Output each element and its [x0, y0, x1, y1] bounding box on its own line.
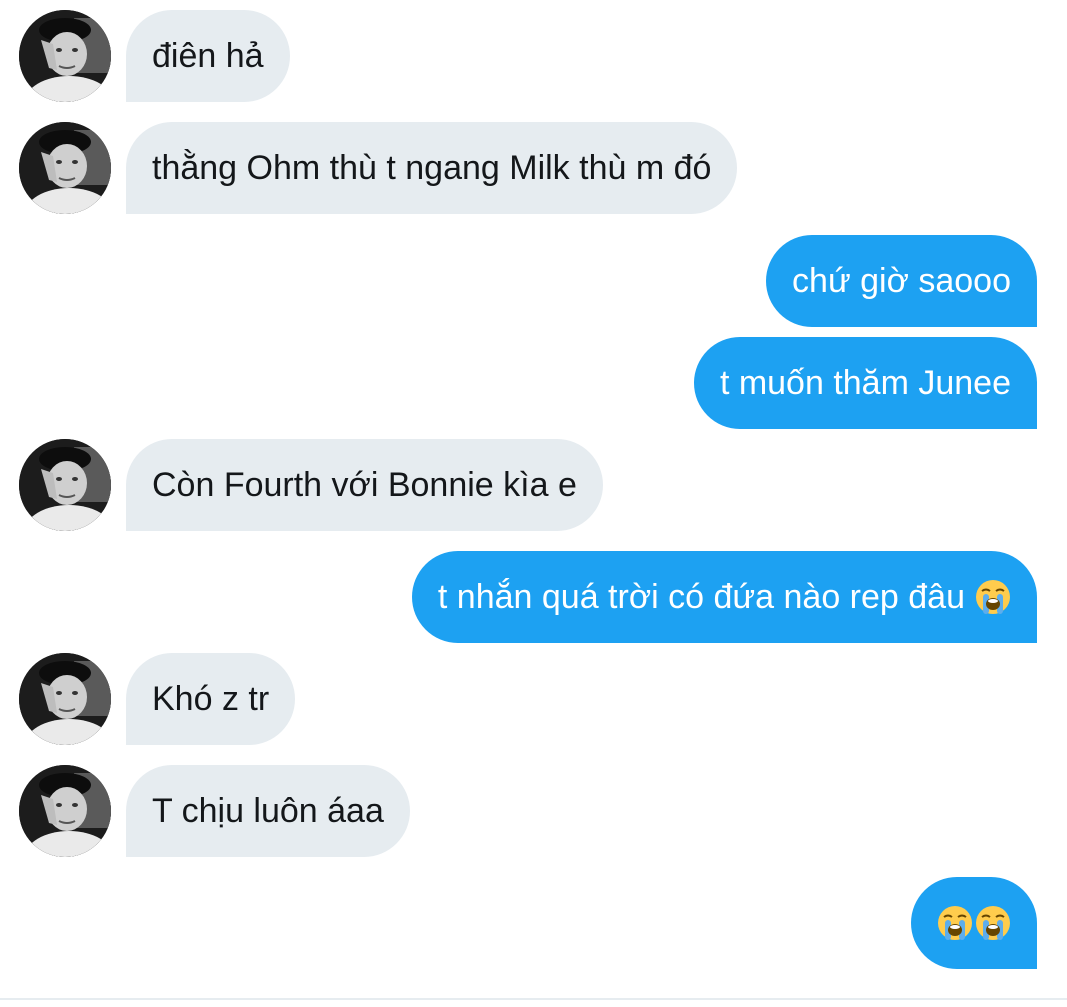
message-bubble-incoming[interactable]: Khó z tr [126, 653, 296, 745]
message-bubble-incoming[interactable]: điên hả [126, 10, 290, 102]
loudly-crying-face-icon [938, 906, 972, 940]
loudly-crying-face-icon [976, 580, 1010, 614]
avatar[interactable] [19, 122, 111, 214]
loudly-crying-face-icon [976, 906, 1010, 940]
message-bubble-outgoing[interactable]: chứ giờ saooo [766, 235, 1037, 327]
message-bubble-incoming[interactable]: thằng Ohm thù t ngang Milk thù m đó [126, 122, 738, 214]
message-text: chứ giờ saooo [792, 262, 1011, 300]
message-thread: điên hả thằng Ohm thù t ngang Milk thù m… [0, 0, 1067, 1007]
message-text: t nhắn quá trời có đứa nào rep đâu [437, 578, 965, 616]
message-bubble-incoming[interactable]: Còn Fourth với Bonnie kìa e [126, 439, 603, 531]
avatar[interactable] [19, 653, 111, 745]
avatar[interactable] [19, 765, 111, 857]
message-bubble-outgoing[interactable]: t muốn thăm Junee [693, 337, 1037, 429]
message-text: Khó z tr [152, 680, 270, 718]
message-text: Còn Fourth với Bonnie kìa e [152, 466, 577, 504]
message-text: thằng Ohm thù t ngang Milk thù m đó [152, 149, 712, 187]
avatar[interactable] [19, 439, 111, 531]
avatar[interactable] [19, 10, 111, 102]
message-bubble-outgoing[interactable] [911, 877, 1037, 969]
message-text: t muốn thăm Junee [719, 364, 1011, 402]
message-bubble-outgoing[interactable]: t nhắn quá trời có đứa nào rep đâu [411, 551, 1037, 643]
message-text: điên hả [152, 37, 264, 75]
divider [0, 998, 1067, 1000]
message-text: T chịu luôn áaa [152, 792, 384, 830]
message-bubble-incoming[interactable]: T chịu luôn áaa [126, 765, 410, 857]
